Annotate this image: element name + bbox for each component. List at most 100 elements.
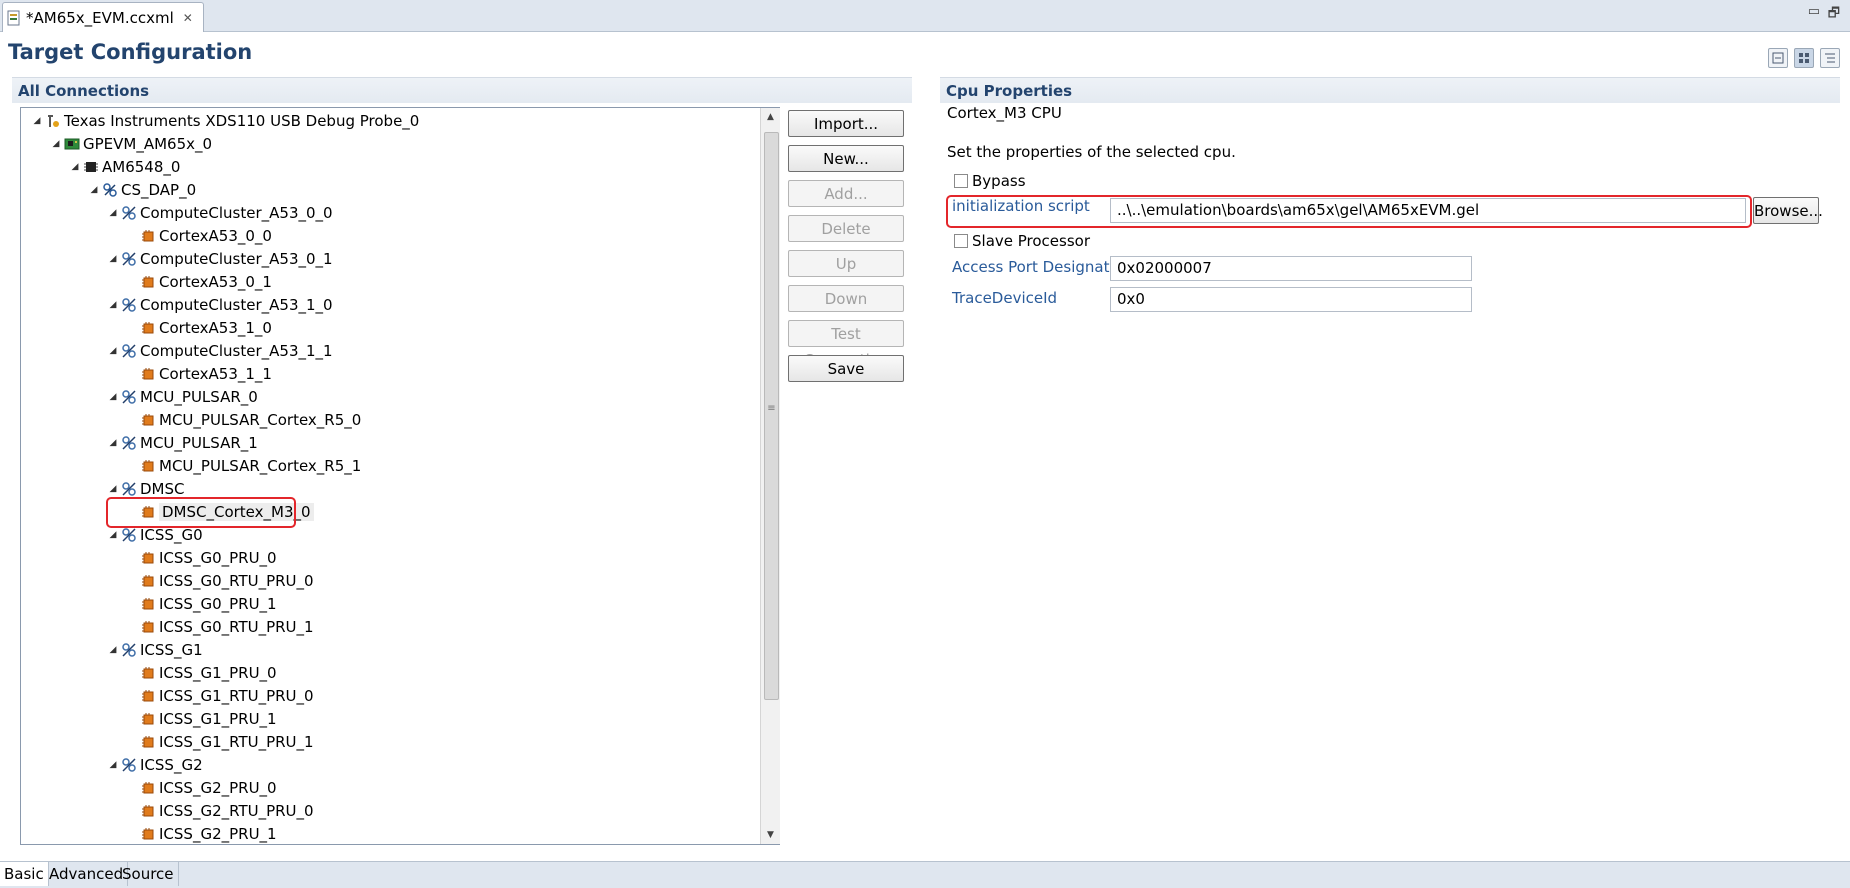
tree-item-label: CortexA53_1_1	[159, 365, 272, 383]
browse-button[interactable]: Browse...	[1753, 197, 1823, 224]
tree-item-label: ComputeCluster_A53_1_0	[140, 296, 333, 314]
expand-arrow-icon[interactable]: ◢	[107, 530, 119, 540]
editor-tab-ccxml[interactable]: *AM65x_EVM.ccxml ✕	[2, 2, 204, 32]
add-button[interactable]: Add...	[788, 180, 904, 207]
tree-item-label: ICSS_G0_RTU_PRU_1	[159, 618, 314, 636]
expand-arrow-icon[interactable]: ◢	[107, 346, 119, 356]
down-button[interactable]: Down	[788, 285, 904, 312]
expand-arrow-icon[interactable]: ◢	[107, 300, 119, 310]
tree-item[interactable]: ◢ ICSS_G2	[107, 754, 203, 776]
cpu-type-label: Cortex_M3 CPU	[947, 104, 1062, 122]
expand-arrow-icon[interactable]: ◢	[31, 116, 43, 126]
tree-item[interactable]: ICSS_G0_RTU_PRU_0	[126, 570, 314, 592]
cluster-icon	[121, 642, 137, 658]
scroll-down-arrow-icon[interactable]: ▼	[761, 826, 780, 844]
maximize-icon[interactable]: 🗗	[1828, 4, 1840, 26]
tree-item[interactable]: ◢ MCU_PULSAR_1	[107, 432, 258, 454]
tree-item-label: CS_DAP_0	[121, 181, 197, 199]
expand-arrow-icon[interactable]: ◢	[107, 392, 119, 402]
tree-item[interactable]: ICSS_G0_PRU_1	[126, 593, 277, 615]
tree-item-label: ICSS_G0_PRU_0	[159, 549, 277, 567]
expand-arrow-icon[interactable]: ◢	[107, 760, 119, 770]
tree-item[interactable]: CortexA53_0_0	[126, 225, 272, 247]
expand-arrow-icon[interactable]: ◢	[88, 185, 100, 195]
tree-item[interactable]: ICSS_G1_PRU_1	[126, 708, 277, 730]
tab-advanced[interactable]: Advanced	[45, 862, 129, 886]
tree-item[interactable]: ICSS_G1_PRU_0	[126, 662, 277, 684]
tree-item[interactable]: CortexA53_0_1	[126, 271, 272, 293]
cpu-icon	[140, 550, 156, 566]
tree-item[interactable]: ◢ ComputeCluster_A53_0_0	[107, 202, 333, 224]
cpu-icon	[140, 573, 156, 589]
up-button[interactable]: Up	[788, 250, 904, 277]
collapse-icon[interactable]	[1768, 48, 1788, 68]
expand-arrow-icon[interactable]: ◢	[107, 645, 119, 655]
tree-item-label: ICSS_G0	[140, 526, 203, 544]
tree-item[interactable]: MCU_PULSAR_Cortex_R5_1	[126, 455, 361, 477]
tree-item[interactable]: ICSS_G2_PRU_1	[126, 823, 277, 844]
tree-item-label: ICSS_G1_PRU_1	[159, 710, 277, 728]
tree-item[interactable]: ◢ ICSS_G1	[107, 639, 203, 661]
debug-probe-icon	[45, 113, 61, 129]
tree-item[interactable]: ◢ ComputeCluster_A53_1_1	[107, 340, 333, 362]
slave-processor-label: Slave Processor	[972, 232, 1091, 250]
tree-item[interactable]: ICSS_G0_PRU_0	[126, 547, 277, 569]
cpu-icon	[140, 688, 156, 704]
cpu-icon	[140, 619, 156, 635]
trace-device-field[interactable]: 0x0	[1110, 287, 1472, 312]
init-script-field[interactable]: ..\..\emulation\boards\am65x\gel\AM65xEV…	[1110, 198, 1746, 223]
tree-item[interactable]: ◢ MCU_PULSAR_0	[107, 386, 258, 408]
slave-processor-checkbox[interactable]	[954, 234, 968, 248]
minimize-icon[interactable]: ▭	[1808, 4, 1820, 19]
expand-arrow-icon[interactable]: ◢	[69, 162, 81, 172]
expand-arrow-icon[interactable]: ◢	[107, 484, 119, 494]
tree-item[interactable]: ◢ ComputeCluster_A53_0_1	[107, 248, 333, 270]
bypass-checkbox[interactable]	[954, 174, 968, 188]
tree-item-label: ICSS_G2_PRU_1	[159, 825, 277, 843]
properties-view-icon[interactable]	[1794, 48, 1814, 68]
tree-item[interactable]: ICSS_G1_RTU_PRU_1	[126, 731, 314, 753]
access-port-field[interactable]: 0x02000007	[1110, 256, 1472, 281]
tree-item[interactable]: ICSS_G2_PRU_0	[126, 777, 277, 799]
expand-arrow-icon[interactable]: ◢	[107, 438, 119, 448]
expand-arrow-icon[interactable]: ◢	[107, 208, 119, 218]
save-button[interactable]: Save	[788, 355, 904, 382]
tree-item-label: ICSS_G1_PRU_0	[159, 664, 277, 682]
tree-item[interactable]: ◢ ICSS_G0	[107, 524, 203, 546]
cpu-icon	[140, 228, 156, 244]
editor-tab-bar: *AM65x_EVM.ccxml ✕ ▭ 🗗	[0, 0, 1850, 32]
new-button[interactable]: New...	[788, 145, 904, 172]
tree-item[interactable]: CortexA53_1_1	[126, 363, 272, 385]
board-icon	[64, 136, 80, 152]
tree-item[interactable]: ◢ Texas Instruments XDS110 USB Debug Prob…	[31, 110, 420, 132]
tab-source[interactable]: Source	[118, 862, 179, 886]
tree-item[interactable]: ICSS_G0_RTU_PRU_1	[126, 616, 314, 638]
test-connection-button[interactable]: Test Connection	[788, 320, 904, 369]
tree-item-label: ComputeCluster_A53_0_1	[140, 250, 333, 268]
scroll-up-arrow-icon[interactable]: ▲	[761, 108, 780, 126]
tree-item-label: ICSS_G1_RTU_PRU_1	[159, 733, 314, 751]
expand-arrow-icon[interactable]: ◢	[107, 254, 119, 264]
tab-basic[interactable]: Basic	[0, 862, 49, 886]
close-icon[interactable]: ✕	[183, 11, 193, 25]
cpu-properties-description: Set the properties of the selected cpu.	[947, 143, 1236, 161]
list-view-icon[interactable]	[1820, 48, 1840, 68]
tree-item[interactable]: ICSS_G2_RTU_PRU_0	[126, 800, 314, 822]
tree-item[interactable]: ◢ ComputeCluster_A53_1_0	[107, 294, 333, 316]
cluster-icon	[121, 251, 137, 267]
delete-button[interactable]: Delete	[788, 215, 904, 242]
scrollbar-thumb[interactable]: ≡	[764, 132, 779, 700]
tree-item[interactable]: CortexA53_1_0	[126, 317, 272, 339]
expand-arrow-icon[interactable]: ◢	[50, 139, 62, 149]
tree-item-label: ICSS_G1	[140, 641, 203, 659]
tree-item[interactable]: ◢ AM6548_0	[69, 156, 181, 178]
tree-item[interactable]: MCU_PULSAR_Cortex_R5_0	[126, 409, 361, 431]
tree-item[interactable]: ◢ CS_DAP_0	[88, 179, 197, 201]
tree-item[interactable]: ◢ GPEVM_AM65x_0	[50, 133, 213, 155]
tree-scrollbar[interactable]: ▲ ≡ ▼	[760, 108, 780, 844]
tree-item-label: MCU_PULSAR_Cortex_R5_0	[159, 411, 362, 429]
tree-item[interactable]: ICSS_G1_RTU_PRU_0	[126, 685, 314, 707]
cpu-icon	[140, 320, 156, 336]
tree-item-label: ICSS_G2_RTU_PRU_0	[159, 802, 314, 820]
import-button[interactable]: Import...	[788, 110, 904, 137]
